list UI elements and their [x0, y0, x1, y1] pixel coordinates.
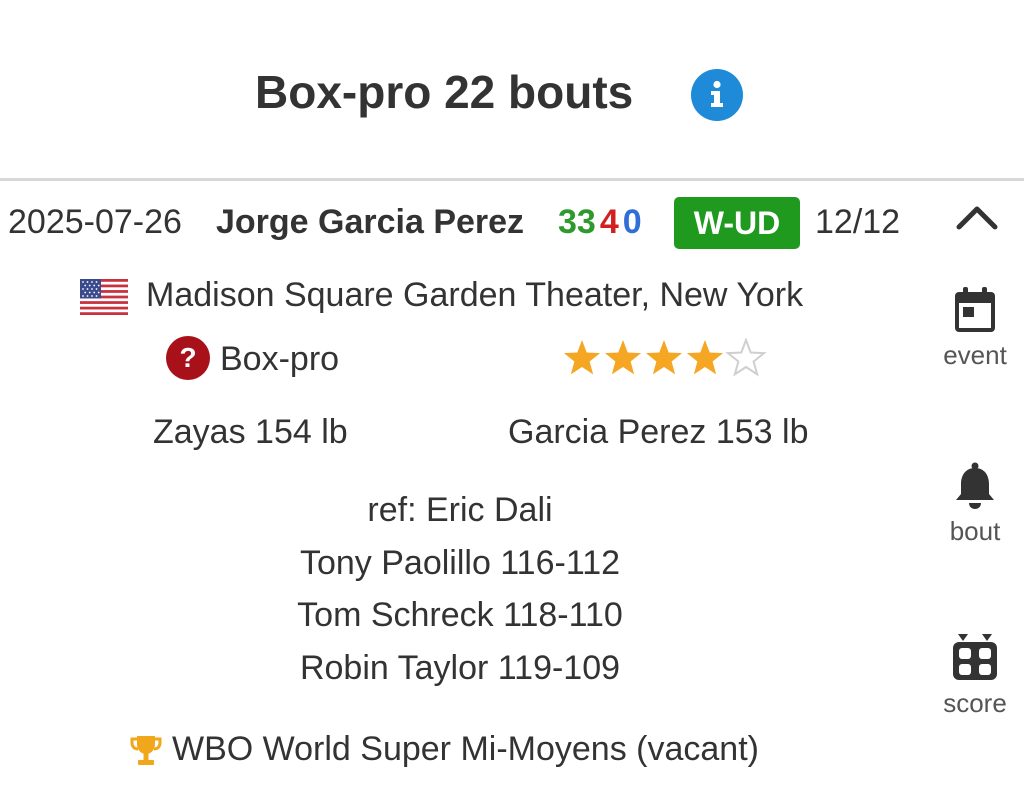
record-draws: 0 — [622, 203, 642, 241]
referee: ref: Eric Dali — [367, 491, 553, 529]
star-filled-icon — [604, 340, 642, 375]
star-empty-icon — [725, 338, 767, 377]
judge-score: Tom Schreck 118-110 — [297, 596, 623, 634]
officials: ref: Eric Dali Tony Paolillo 116-112 Tom… — [260, 484, 660, 694]
header-divider — [0, 178, 1024, 181]
judge-score: Robin Taylor 119-109 — [299, 648, 621, 687]
event-label: event — [943, 340, 1007, 370]
sanction-label: Box-pro — [220, 340, 340, 378]
rating-stars — [563, 338, 767, 377]
bout-date: 2025-07-26 — [8, 203, 182, 241]
judge-score: Tony Paolillo 116-112 — [299, 543, 621, 582]
opponent-name[interactable]: Jorge Garcia Perez — [216, 201, 524, 243]
venue: Madison Square Garden Theater, New York — [146, 276, 804, 314]
star-filled-icon — [563, 340, 601, 375]
page-title: Box-pro 22 bouts — [255, 66, 634, 118]
opponent-record: 33 4 0 — [558, 201, 642, 243]
bell-icon — [956, 462, 994, 509]
info-icon[interactable] — [691, 69, 743, 121]
bout-label: bout — [949, 516, 1001, 546]
score-label: score — [943, 688, 1007, 718]
score-button[interactable]: score — [930, 632, 1020, 718]
record-losses: 4 — [599, 203, 619, 241]
collapse-button[interactable] — [950, 196, 1004, 240]
opponent-weight: Garcia Perez 153 lb — [508, 413, 809, 451]
calendar-icon — [955, 287, 995, 332]
question-icon[interactable]: ? — [166, 336, 210, 380]
record-wins: 33 — [558, 203, 596, 241]
chevron-up-icon — [956, 206, 998, 230]
rounds: 12/12 — [815, 203, 901, 241]
scoreboard-icon — [953, 634, 997, 680]
bout-button[interactable]: bout — [930, 462, 1020, 546]
result-badge: W-UD — [674, 197, 800, 249]
star-filled-icon — [645, 340, 683, 375]
fighter-weight: Zayas 154 lb — [153, 413, 348, 451]
star-filled-icon — [686, 340, 724, 375]
us-flag-icon — [80, 279, 128, 315]
event-button[interactable]: event — [930, 286, 1020, 370]
title-fight: WBO World Super Mi-Moyens (vacant) — [172, 730, 759, 768]
header: Box-pro 22 bouts — [0, 0, 1024, 178]
trophy-icon — [130, 736, 162, 765]
bout-history-page: Box-pro 22 bouts 2025-07-26 Jorge Garcia… — [0, 0, 1024, 798]
